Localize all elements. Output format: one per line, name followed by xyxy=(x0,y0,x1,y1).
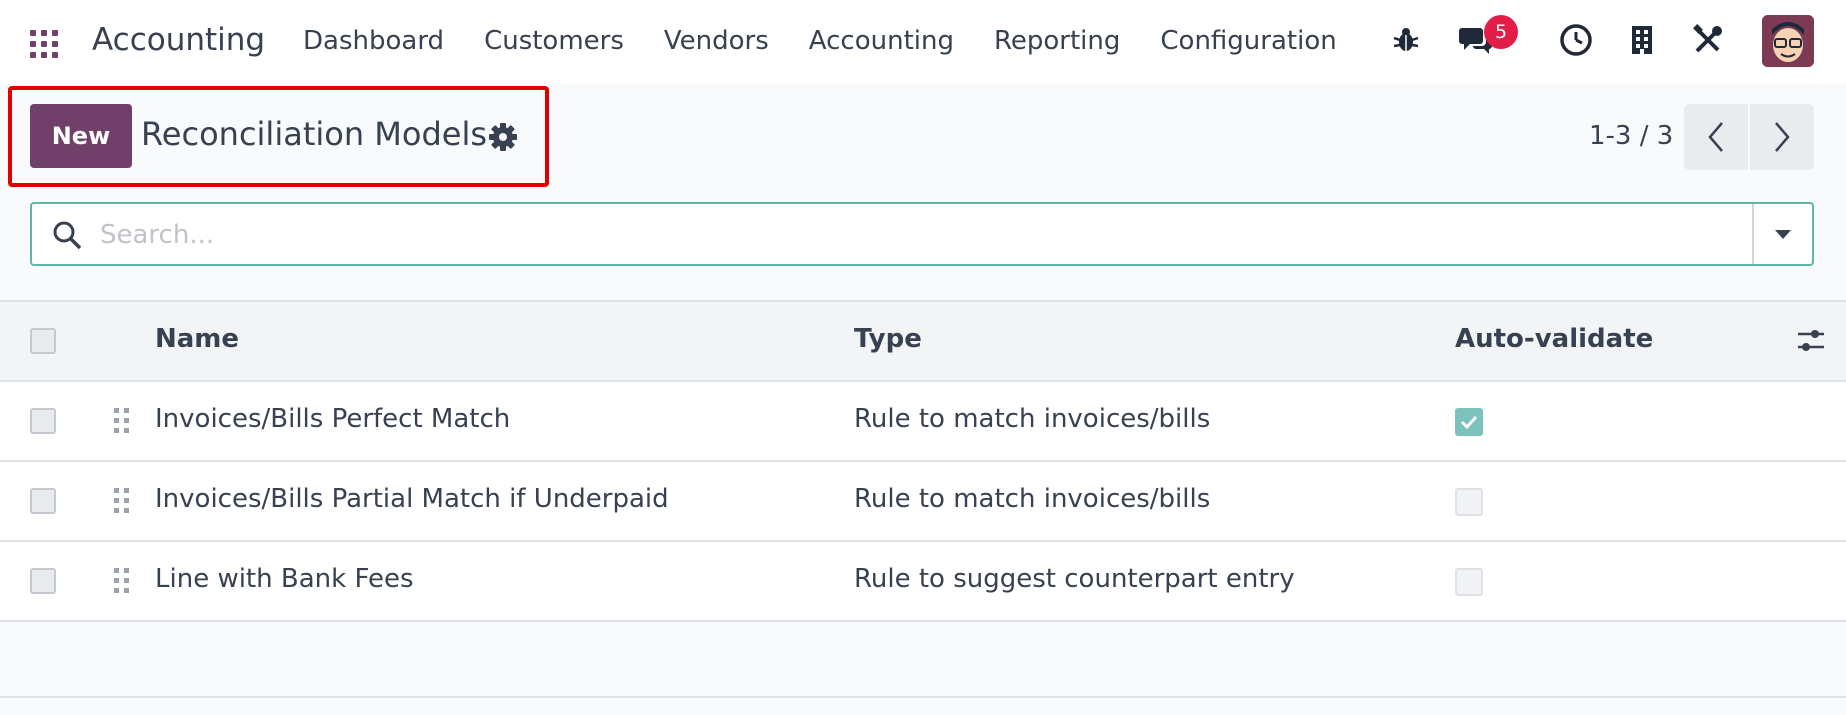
row-name[interactable]: Line with Bank Fees xyxy=(155,564,414,594)
select-all-checkbox[interactable] xyxy=(30,328,56,354)
search-options-toggle[interactable] xyxy=(1752,204,1812,264)
row-name[interactable]: Invoices/Bills Partial Match if Underpai… xyxy=(155,484,669,514)
check-icon xyxy=(1460,415,1478,430)
column-settings-icon[interactable] xyxy=(1796,326,1826,356)
drag-handle-icon[interactable] xyxy=(112,566,132,596)
table-header-row: Name Type Auto-validate xyxy=(0,300,1846,382)
row-type[interactable]: Rule to match invoices/bills xyxy=(854,404,1210,434)
column-header-auto-validate[interactable]: Auto-validate xyxy=(1455,324,1653,354)
clock-icon[interactable] xyxy=(1554,18,1598,62)
row-checkbox[interactable] xyxy=(30,568,56,594)
pager-value[interactable]: 1-3 / 3 xyxy=(1589,121,1673,151)
row-checkbox[interactable] xyxy=(30,488,56,514)
column-header-name[interactable]: Name xyxy=(155,324,239,354)
tools-icon[interactable] xyxy=(1686,18,1730,62)
pager-previous-button[interactable] xyxy=(1684,104,1748,170)
drag-handle-icon[interactable] xyxy=(112,486,132,516)
top-navbar: Accounting Dashboard Customers Vendors A… xyxy=(0,0,1846,84)
list-table: Name Type Auto-validate Invoices/Bills P… xyxy=(0,300,1846,622)
building-icon[interactable] xyxy=(1620,18,1664,62)
auto-validate-checkbox-unchecked[interactable] xyxy=(1455,488,1483,516)
row-type[interactable]: Rule to suggest counterpart entry xyxy=(854,564,1295,594)
bug-icon[interactable] xyxy=(1384,18,1428,62)
search-icon xyxy=(52,220,82,254)
table-row[interactable]: Line with Bank Fees Rule to suggest coun… xyxy=(0,542,1846,622)
chevron-left-icon xyxy=(1708,122,1723,152)
table-row[interactable]: Invoices/Bills Partial Match if Underpai… xyxy=(0,462,1846,542)
row-type[interactable]: Rule to match invoices/bills xyxy=(854,484,1210,514)
gear-icon[interactable] xyxy=(488,122,518,152)
search-bar xyxy=(30,202,1814,266)
row-checkbox[interactable] xyxy=(30,408,56,434)
auto-validate-checkbox-checked[interactable] xyxy=(1455,408,1483,436)
caret-down-icon xyxy=(1775,230,1791,239)
table-row[interactable]: Invoices/Bills Perfect Match Rule to mat… xyxy=(0,382,1846,462)
list-footer-divider xyxy=(0,696,1846,698)
column-header-type[interactable]: Type xyxy=(854,324,922,354)
systray xyxy=(0,18,1846,68)
messages-count-badge: 5 xyxy=(1484,15,1518,49)
new-button[interactable]: New xyxy=(30,104,132,168)
chevron-right-icon xyxy=(1775,122,1790,152)
auto-validate-checkbox-unchecked[interactable] xyxy=(1455,568,1483,596)
pager-next-button[interactable] xyxy=(1750,104,1814,170)
drag-handle-icon[interactable] xyxy=(112,406,132,436)
search-input[interactable] xyxy=(98,214,1702,256)
row-name[interactable]: Invoices/Bills Perfect Match xyxy=(155,404,510,434)
page-title: Reconciliation Models xyxy=(141,115,488,153)
avatar[interactable] xyxy=(1762,15,1814,67)
